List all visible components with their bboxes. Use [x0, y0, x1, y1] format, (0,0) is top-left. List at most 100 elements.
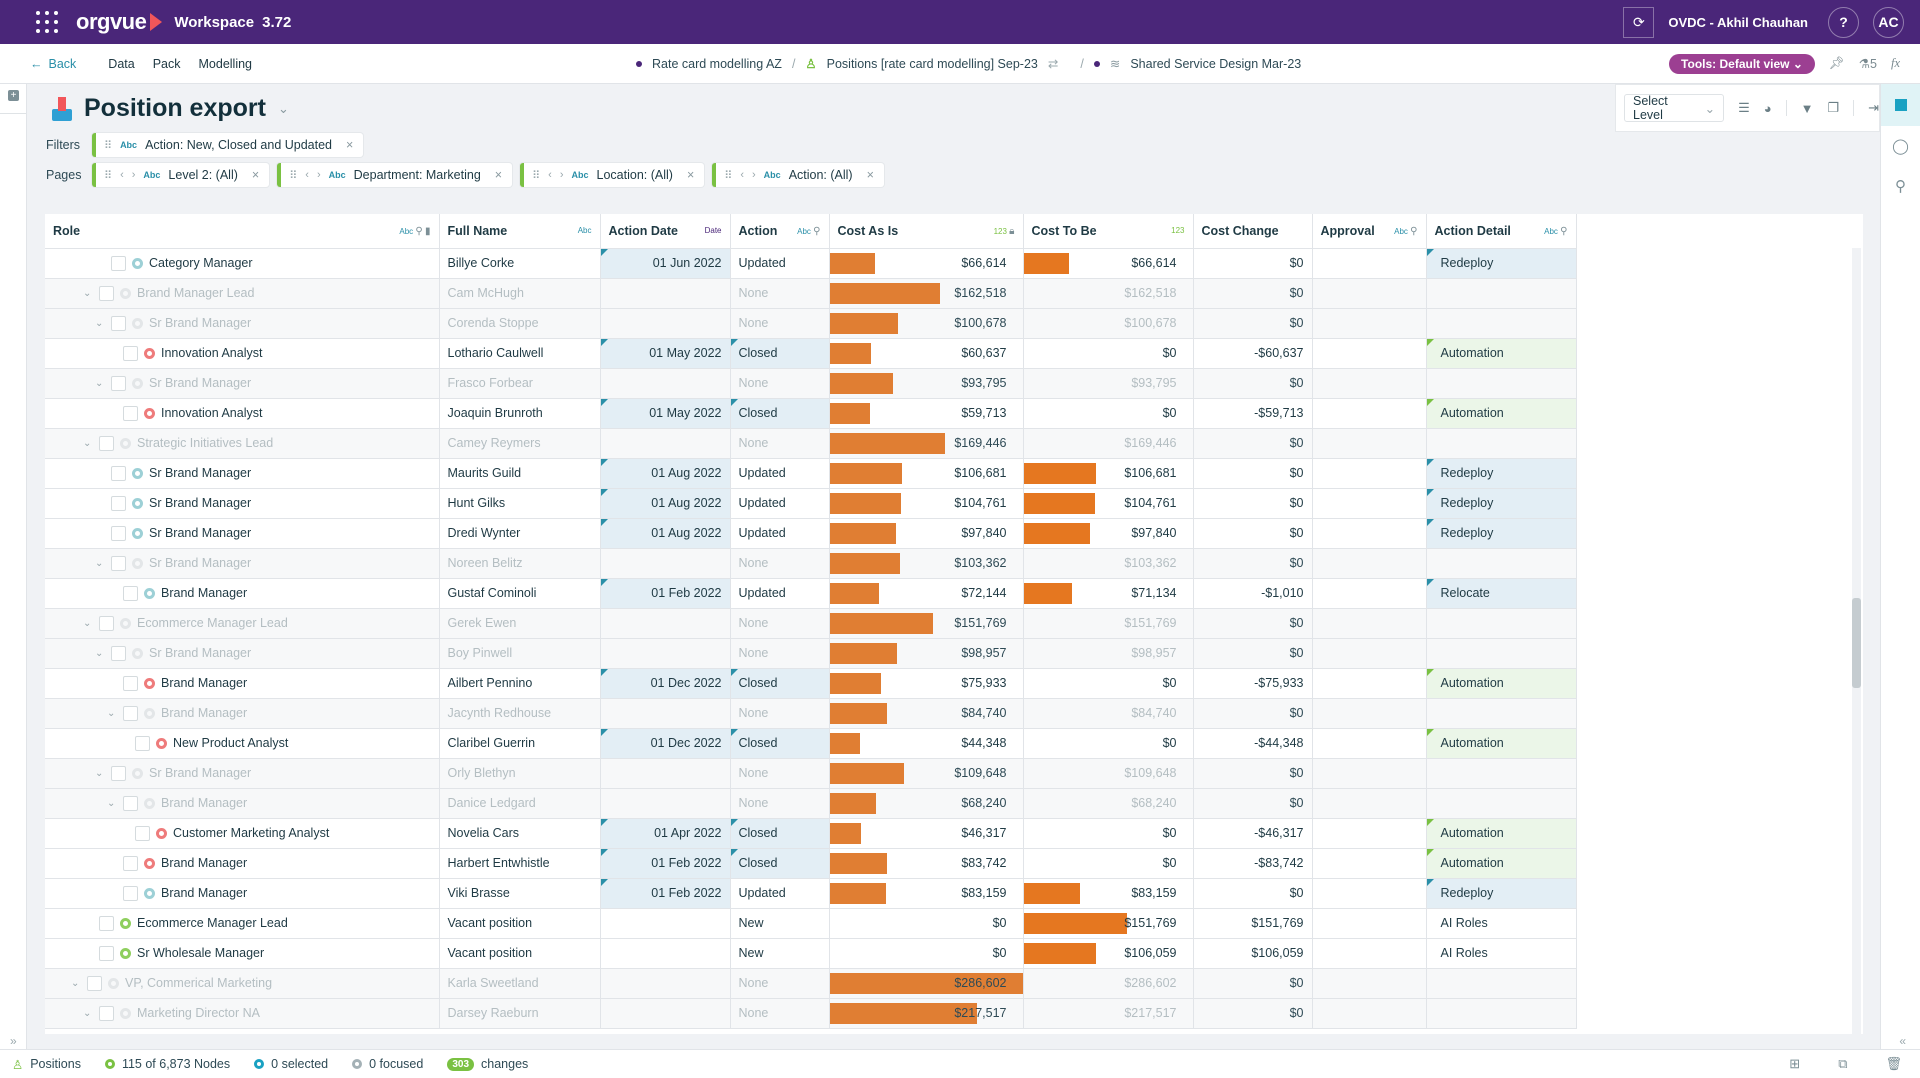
cell-action[interactable]: None [730, 758, 830, 789]
page-chip-level-2[interactable]: ⠿ ‹ › Abc Level 2: (All) × [92, 163, 270, 187]
cell-cost-to-be[interactable]: $84,740 [1023, 698, 1194, 729]
row-checkbox[interactable] [111, 525, 126, 541]
cell-action[interactable]: Updated [730, 878, 830, 909]
cell-cost-to-be[interactable]: $0 [1023, 668, 1194, 699]
cell-approval[interactable] [1312, 518, 1427, 549]
cell-action-detail[interactable]: Automation [1426, 818, 1577, 849]
chevron-left-icon[interactable]: ‹ [548, 169, 552, 181]
cell-cost-as-is[interactable]: $0 [829, 938, 1024, 969]
cell-approval[interactable] [1312, 848, 1427, 879]
cell-role[interactable]: Brand Manager [45, 848, 440, 879]
row-checkbox[interactable] [99, 615, 114, 631]
changes-status[interactable]: 303 changes [447, 1057, 528, 1071]
cell-cost-change[interactable]: $0 [1193, 308, 1313, 339]
cell-action-detail[interactable] [1426, 308, 1577, 339]
table-row[interactable]: ⌄ Sr Brand Manager Orly Blethyn None $109,64… [45, 758, 1577, 789]
cell-cost-to-be[interactable]: $98,957 [1023, 638, 1194, 669]
cell-cost-to-be[interactable]: $217,517 [1023, 998, 1194, 1029]
cell-action[interactable]: Updated [730, 458, 830, 489]
cell-cost-change[interactable]: -$83,742 [1193, 848, 1313, 879]
cell-action[interactable]: None [730, 428, 830, 459]
close-icon[interactable]: × [687, 168, 694, 182]
row-checkbox[interactable] [123, 405, 138, 421]
table-row[interactable]: ⌄ VP, Commerical Marketing Karla Sweetland… [45, 968, 1577, 999]
cell-cost-change[interactable]: $0 [1193, 488, 1313, 519]
cell-cost-change[interactable]: -$75,933 [1193, 668, 1313, 699]
cell-cost-as-is[interactable]: $109,648 [829, 758, 1024, 789]
cell-action-date[interactable] [600, 998, 731, 1029]
search-icon[interactable]: ⚲ [813, 226, 820, 237]
drag-handle-icon[interactable]: ⠿ [104, 169, 112, 182]
cell-cost-to-be[interactable]: $162,518 [1023, 278, 1194, 309]
user-name[interactable]: OVDC - Akhil Chauhan [1668, 15, 1808, 30]
column-header-cost-change[interactable]: Cost Change [1193, 214, 1313, 249]
cell-role[interactable]: ⌄ Sr Brand Manager [45, 548, 440, 579]
row-checkbox[interactable] [123, 675, 138, 691]
cell-role[interactable]: Brand Manager [45, 578, 440, 609]
cell-cost-to-be[interactable]: $106,059 [1023, 938, 1194, 969]
add-panel-icon[interactable]: + [8, 90, 19, 101]
cell-action[interactable]: None [730, 368, 830, 399]
cell-action[interactable]: Updated [730, 518, 830, 549]
cell-action-date[interactable]: 01 May 2022 [600, 338, 731, 369]
cell-cost-change[interactable]: -$59,713 [1193, 398, 1313, 429]
scrollbar-thumb[interactable] [1852, 598, 1861, 688]
search-icon[interactable]: ⚲ [415, 226, 422, 237]
cell-approval[interactable] [1312, 758, 1427, 789]
swap-icon[interactable]: ⇄ [1048, 56, 1058, 71]
chevron-right-icon[interactable]: › [317, 169, 321, 181]
chevron-left-icon[interactable]: ‹ [120, 169, 124, 181]
table-row[interactable]: Sr Brand Manager Maurits Guild 01 Aug 2022… [45, 458, 1577, 489]
page-chip-action[interactable]: ⠿ ‹ › Abc Action: (All) × [712, 163, 884, 187]
column-header-action-detail[interactable]: Action Detail Abc ⚲ [1426, 214, 1577, 249]
row-checkbox[interactable] [111, 495, 126, 511]
chevron-left-icon[interactable]: ‹ [305, 169, 309, 181]
table-row[interactable]: ⌄ Sr Brand Manager Corenda Stoppe None $100,… [45, 308, 1577, 339]
cell-action-detail[interactable]: Redeploy [1426, 518, 1577, 549]
cell-action-detail[interactable]: Automation [1426, 338, 1577, 369]
cell-approval[interactable] [1312, 548, 1427, 579]
table-row[interactable]: ⌄ Brand Manager Jacynth Redhouse None $84,74… [45, 698, 1577, 729]
back-button[interactable]: ← Back [30, 57, 76, 71]
close-icon[interactable]: × [867, 168, 874, 182]
drag-handle-icon[interactable]: ⠿ [104, 139, 112, 152]
cell-action[interactable]: None [730, 548, 830, 579]
table-row[interactable]: Sr Brand Manager Hunt Gilks 01 Aug 2022 Upd… [45, 488, 1577, 519]
delete-icon[interactable]: 🗑︎ [1885, 1056, 1902, 1072]
cell-cost-to-be[interactable]: $104,761 [1023, 488, 1194, 519]
chevron-down-icon[interactable]: ⌄ [83, 618, 93, 629]
cell-action-detail[interactable]: Automation [1426, 728, 1577, 759]
cell-approval[interactable] [1312, 908, 1427, 939]
cell-full-name[interactable]: Hunt Gilks [439, 488, 601, 519]
cell-role[interactable]: Sr Brand Manager [45, 518, 440, 549]
cell-cost-as-is[interactable]: $217,517 [829, 998, 1024, 1029]
cell-action-detail[interactable] [1426, 698, 1577, 729]
cell-action-date[interactable] [600, 908, 731, 939]
table-row[interactable]: ⌄ Strategic Initiatives Lead Camey Reymers… [45, 428, 1577, 459]
cell-cost-change[interactable]: $0 [1193, 368, 1313, 399]
cell-action[interactable]: None [730, 308, 830, 339]
chart-panel-button[interactable] [1881, 84, 1920, 126]
cell-cost-to-be[interactable]: $71,134 [1023, 578, 1194, 609]
row-checkbox[interactable] [111, 375, 126, 391]
cell-action-date[interactable]: 01 Aug 2022 [600, 488, 731, 519]
app-launcher-icon[interactable] [36, 11, 58, 33]
table-row[interactable]: Innovation Analyst Lothario Caulwell 01 Ma… [45, 338, 1577, 369]
cell-cost-change[interactable]: $0 [1193, 758, 1313, 789]
cell-cost-change[interactable]: $0 [1193, 248, 1313, 279]
cell-approval[interactable] [1312, 308, 1427, 339]
chevron-down-icon[interactable]: ⌄ [95, 318, 105, 329]
table-row[interactable]: ⌄ Marketing Director NA Darsey Raeburn None… [45, 998, 1577, 1029]
cell-approval[interactable] [1312, 728, 1427, 759]
cell-action-date[interactable] [600, 608, 731, 639]
cell-role[interactable]: ⌄ Strategic Initiatives Lead [45, 428, 440, 459]
cell-action[interactable]: Updated [730, 488, 830, 519]
cell-action-detail[interactable] [1426, 368, 1577, 399]
cell-full-name[interactable]: Vacant position [439, 938, 601, 969]
refresh-button[interactable]: ⟳ [1623, 6, 1655, 38]
cell-action[interactable]: None [730, 608, 830, 639]
chevron-down-icon[interactable]: ⌄ [71, 978, 81, 989]
palette-icon[interactable]: ◕ [1764, 101, 1772, 116]
cell-role[interactable]: ⌄ Sr Brand Manager [45, 638, 440, 669]
cell-action-detail[interactable]: Automation [1426, 668, 1577, 699]
